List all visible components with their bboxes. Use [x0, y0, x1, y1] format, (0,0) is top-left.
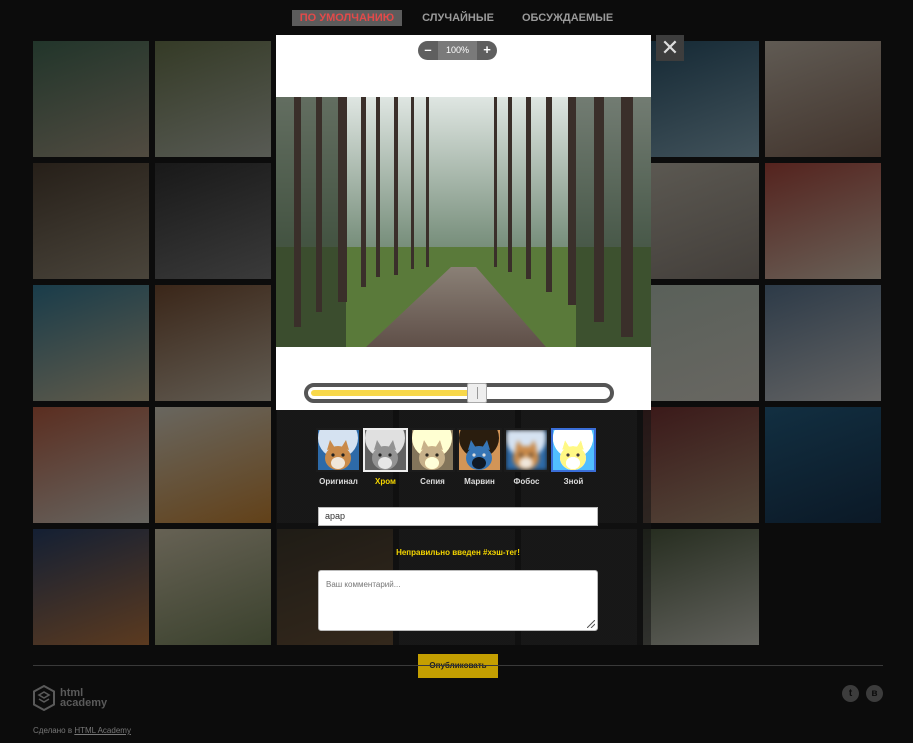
- effect-label: Сепия: [420, 477, 445, 486]
- effect-label: Марвин: [464, 477, 495, 486]
- thumb-woman-camera[interactable]: [765, 41, 881, 157]
- academy-logo-icon: [33, 685, 55, 711]
- thumb-black-car[interactable]: [155, 163, 271, 279]
- thumb-jeep-water[interactable]: [643, 529, 759, 645]
- filter-discussed[interactable]: Обсуждаемые: [514, 10, 621, 26]
- logo-text: html academy: [60, 688, 108, 709]
- effect-label: Фобос: [513, 477, 540, 486]
- effect-option[interactable]: Хром: [363, 428, 408, 486]
- thumb-cake-plate[interactable]: [643, 163, 759, 279]
- filters-bar: По умолчанию Случайные Обсуждаемые: [0, 10, 913, 26]
- thumb-wooden-box[interactable]: [155, 285, 271, 401]
- comment-placeholder: Ваш комментарий...: [326, 580, 401, 589]
- thumb-salmon-salad[interactable]: [33, 407, 149, 523]
- resize-handle-icon[interactable]: [587, 620, 595, 628]
- comment-textarea[interactable]: Ваш комментарий...: [318, 570, 598, 631]
- effect-option[interactable]: Фобос: [504, 428, 549, 486]
- upload-overlay: – 100% +: [276, 35, 651, 410]
- effect-level-pin[interactable]: [466, 383, 487, 403]
- zoom-in-button[interactable]: +: [477, 41, 497, 60]
- submit-button[interactable]: Опубликовать: [418, 654, 498, 678]
- logo-line-2: academy: [60, 697, 108, 709]
- thumb-dune[interactable]: [643, 285, 759, 401]
- preview-image: [276, 97, 651, 347]
- hashtag-error: Неправильно введен #хэш-тег!: [396, 548, 520, 557]
- zoom-out-button[interactable]: –: [418, 41, 438, 60]
- filter-new[interactable]: Случайные: [414, 10, 502, 26]
- thumb-blue-lights[interactable]: [765, 407, 881, 523]
- thumb-red-drink[interactable]: [765, 163, 881, 279]
- effect-option[interactable]: Сепия: [410, 428, 455, 486]
- effect-preview-image: [410, 428, 455, 472]
- forest-road-image: [276, 97, 651, 347]
- effect-level-fill: [311, 390, 477, 396]
- thumb-sushi-cat[interactable]: [155, 407, 271, 523]
- made-link[interactable]: HTML Academy: [74, 726, 131, 735]
- thumb-beach-jump[interactable]: [33, 285, 149, 401]
- zoom-control: – 100% +: [418, 41, 497, 60]
- effects-list: Оригинал Хром Сепия Марвин Фобос Зной: [316, 428, 596, 486]
- effect-label: Зной: [563, 477, 584, 486]
- made-by: Сделано в HTML Academy: [33, 726, 131, 735]
- effect-option[interactable]: Марвин: [457, 428, 502, 486]
- thumb-coast-pool[interactable]: [33, 41, 149, 157]
- thumb-red-car-hall[interactable]: [643, 407, 759, 523]
- zoom-value: 100%: [438, 41, 477, 60]
- effect-preview-image: [457, 428, 502, 472]
- footer-divider: [33, 665, 883, 666]
- thumb-snowmen-soup[interactable]: [33, 163, 149, 279]
- thumb-white-car[interactable]: [765, 285, 881, 401]
- effect-option[interactable]: Оригинал: [316, 428, 361, 486]
- hashtags-input[interactable]: арар: [318, 507, 598, 526]
- effect-label: Оригинал: [319, 477, 358, 486]
- vk-icon[interactable]: в: [866, 685, 883, 702]
- thumb-sign-field[interactable]: [155, 41, 271, 157]
- thumb-palms-night[interactable]: [33, 529, 149, 645]
- thumb-salad-bowl[interactable]: [155, 529, 271, 645]
- made-prefix: Сделано в: [33, 726, 73, 735]
- effect-preview-image: [504, 428, 549, 472]
- filter-popular[interactable]: По умолчанию: [291, 10, 403, 26]
- twitter-icon[interactable]: t: [842, 685, 859, 702]
- close-button[interactable]: ✕: [656, 35, 684, 61]
- effect-level-slider[interactable]: [304, 383, 614, 403]
- html-academy-logo[interactable]: html academy: [33, 685, 107, 711]
- effect-option[interactable]: Зной: [551, 428, 596, 486]
- thumb-empty: [765, 529, 881, 645]
- effect-preview-image: [551, 428, 596, 472]
- effect-preview-image: [316, 428, 361, 472]
- effect-label: Хром: [375, 477, 396, 486]
- effect-preview-image: [363, 428, 408, 472]
